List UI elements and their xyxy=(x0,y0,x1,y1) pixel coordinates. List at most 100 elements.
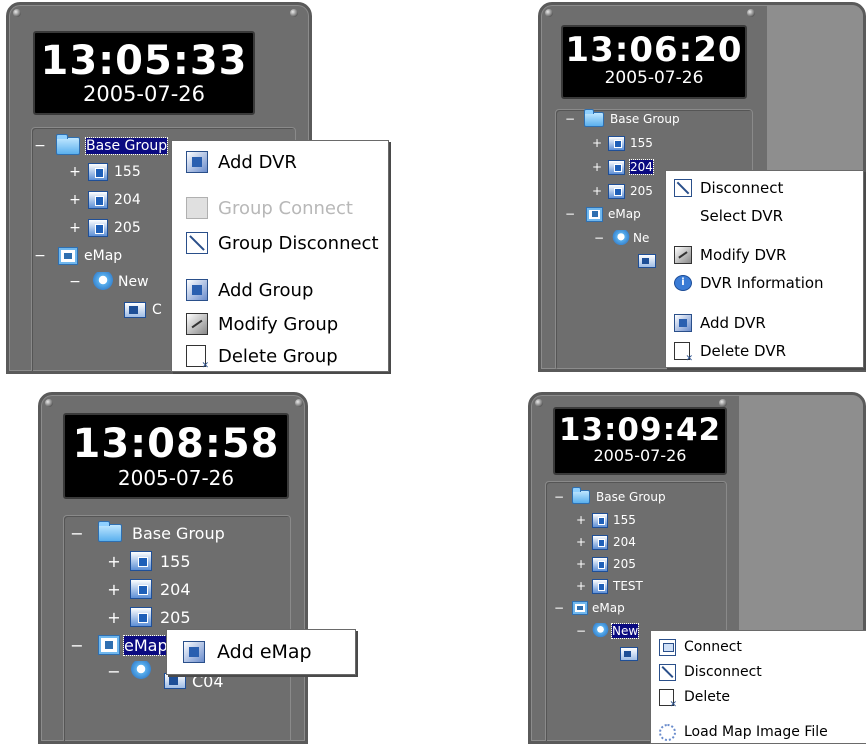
tree-node-map[interactable]: − Ne xyxy=(592,229,649,247)
tree-node-base-group[interactable]: − Base Group xyxy=(552,487,666,506)
expand-toggle[interactable]: + xyxy=(66,164,84,180)
tree-node-dvr[interactable]: + 155 xyxy=(106,550,191,572)
tree-node-dvr[interactable]: + 204 xyxy=(106,578,191,600)
menu-item-load-map-image-file[interactable]: Load Map Image File xyxy=(651,719,866,744)
tree-node-camera[interactable]: C xyxy=(124,299,162,321)
tree-node-label: C xyxy=(152,302,162,318)
tree-node-label: 155 xyxy=(114,164,141,180)
tree-node-dvr[interactable]: + TEST xyxy=(574,577,643,595)
tree-node-dvr[interactable]: + 204 xyxy=(66,189,141,211)
tree-node-dvr[interactable]: + 205 xyxy=(66,217,141,239)
menu-item-group-disconnect[interactable]: Group Disconnect xyxy=(172,226,388,260)
tree-node-dvr[interactable]: + 155 xyxy=(574,511,636,529)
menu-item-label: DVR Information xyxy=(700,274,824,292)
delete-group-icon xyxy=(186,345,209,371)
expand-toggle[interactable]: + xyxy=(574,579,588,593)
modify-dvr-icon xyxy=(674,246,692,264)
screw-icon xyxy=(13,9,21,17)
dvr-icon xyxy=(592,534,608,550)
tree-node-dvr[interactable]: + 205 xyxy=(590,182,653,200)
tree-node-camera[interactable] xyxy=(620,645,638,663)
dvr-icon xyxy=(608,183,625,199)
tree-node-emap[interactable]: − eMap xyxy=(30,245,122,267)
map-icon xyxy=(92,272,114,292)
screw-icon xyxy=(535,399,543,407)
tree-node-label: Base Group xyxy=(596,490,666,504)
tree-node-dvr[interactable]: + 205 xyxy=(574,555,636,573)
delete-dvr-icon xyxy=(674,342,693,364)
collapse-toggle[interactable]: − xyxy=(574,624,588,638)
tree-node-dvr[interactable]: + 204 xyxy=(590,158,654,176)
expand-toggle[interactable]: + xyxy=(590,136,604,150)
tree-node-base-group[interactable]: − Base Group xyxy=(30,134,169,157)
expand-toggle[interactable]: + xyxy=(574,535,588,549)
expand-toggle[interactable]: + xyxy=(106,552,122,571)
add-dvr-icon xyxy=(186,151,208,173)
tree-node-label: Base Group xyxy=(610,112,680,126)
menu-item-dvr-information[interactable]: i DVR Information xyxy=(666,269,863,297)
collapse-toggle[interactable]: − xyxy=(552,601,566,615)
tree-node-label: 155 xyxy=(613,513,636,527)
collapse-toggle[interactable]: − xyxy=(562,207,578,221)
menu-item-delete[interactable]: Delete xyxy=(651,685,866,710)
expand-toggle[interactable]: + xyxy=(590,160,604,174)
collapse-toggle[interactable]: − xyxy=(68,636,86,655)
menu-item-add-emap[interactable]: Add eMap xyxy=(167,634,355,670)
info-icon: i xyxy=(674,275,692,291)
tree-node-map[interactable]: − xyxy=(106,660,156,682)
collapse-toggle[interactable]: − xyxy=(562,112,578,126)
clock-time: 13:05:33 xyxy=(40,38,248,84)
menu-item-modify-group[interactable]: Modify Group xyxy=(172,307,388,341)
menu-item-modify-dvr[interactable]: Modify DVR xyxy=(666,241,863,269)
tree-node-base-group[interactable]: − Base Group xyxy=(562,108,680,128)
collapse-toggle[interactable]: − xyxy=(30,248,50,264)
menu-item-disconnect[interactable]: Disconnect xyxy=(651,660,866,684)
menu-separator xyxy=(212,265,384,266)
dvr-icon xyxy=(130,607,152,627)
emap-icon xyxy=(586,206,603,222)
menu-item-add-dvr[interactable]: Add DVR xyxy=(666,309,863,337)
menu-item-select-dvr[interactable]: Select DVR xyxy=(666,202,863,230)
menu-item-group-connect[interactable]: Group Connect xyxy=(172,191,388,225)
collapse-toggle[interactable]: − xyxy=(66,274,84,290)
expand-toggle[interactable]: + xyxy=(66,220,84,236)
tree-node-map[interactable]: − New xyxy=(66,271,149,293)
disconnect-icon xyxy=(674,179,692,197)
tree-node-emap[interactable]: − eMap xyxy=(552,599,625,617)
collapse-toggle[interactable]: − xyxy=(30,138,50,154)
collapse-toggle[interactable]: − xyxy=(592,231,606,245)
tree-node-emap[interactable]: − eMap xyxy=(68,634,169,656)
dvr-icon xyxy=(592,556,608,572)
menu-item-connect[interactable]: Connect xyxy=(651,635,866,659)
menu-item-add-dvr[interactable]: Add DVR xyxy=(172,145,388,179)
folder-icon xyxy=(56,134,80,155)
expand-toggle[interactable]: + xyxy=(106,580,122,599)
tree-node-dvr[interactable]: + 155 xyxy=(66,161,141,183)
menu-item-label: Group Disconnect xyxy=(218,232,379,254)
tree-node-dvr[interactable]: + 204 xyxy=(574,533,636,551)
menu-item-delete-dvr[interactable]: Delete DVR xyxy=(666,337,863,365)
tree-node-camera[interactable] xyxy=(638,252,656,270)
tree-node-map[interactable]: − New xyxy=(574,622,640,640)
clock-display: 13:08:58 2005-07-26 xyxy=(63,413,289,499)
collapse-toggle[interactable]: − xyxy=(552,490,566,504)
context-menu: Disconnect Select DVR Modify DVR i DVR I… xyxy=(665,170,864,368)
expand-toggle[interactable]: + xyxy=(574,557,588,571)
tree-node-dvr[interactable]: + 155 xyxy=(590,134,653,152)
tree-node-base-group[interactable]: − Base Group xyxy=(68,521,225,544)
menu-item-add-group[interactable]: Add Group xyxy=(172,273,388,307)
expand-toggle[interactable]: + xyxy=(590,184,604,198)
menu-item-delete-group[interactable]: Delete Group xyxy=(172,340,388,372)
expand-toggle[interactable]: + xyxy=(66,192,84,208)
collapse-toggle[interactable]: − xyxy=(106,662,122,681)
clock-time: 13:06:20 xyxy=(565,30,743,70)
dvr-icon xyxy=(88,163,108,181)
expand-toggle[interactable]: + xyxy=(574,513,588,527)
menu-item-disconnect[interactable]: Disconnect xyxy=(666,174,863,202)
group-connect-icon xyxy=(186,197,208,219)
tree-node-label: Base Group xyxy=(132,523,225,543)
tree-node-emap[interactable]: − eMap xyxy=(562,205,641,223)
tree-node-dvr[interactable]: + 205 xyxy=(106,606,191,628)
expand-toggle[interactable]: + xyxy=(106,608,122,627)
collapse-toggle[interactable]: − xyxy=(68,524,86,543)
